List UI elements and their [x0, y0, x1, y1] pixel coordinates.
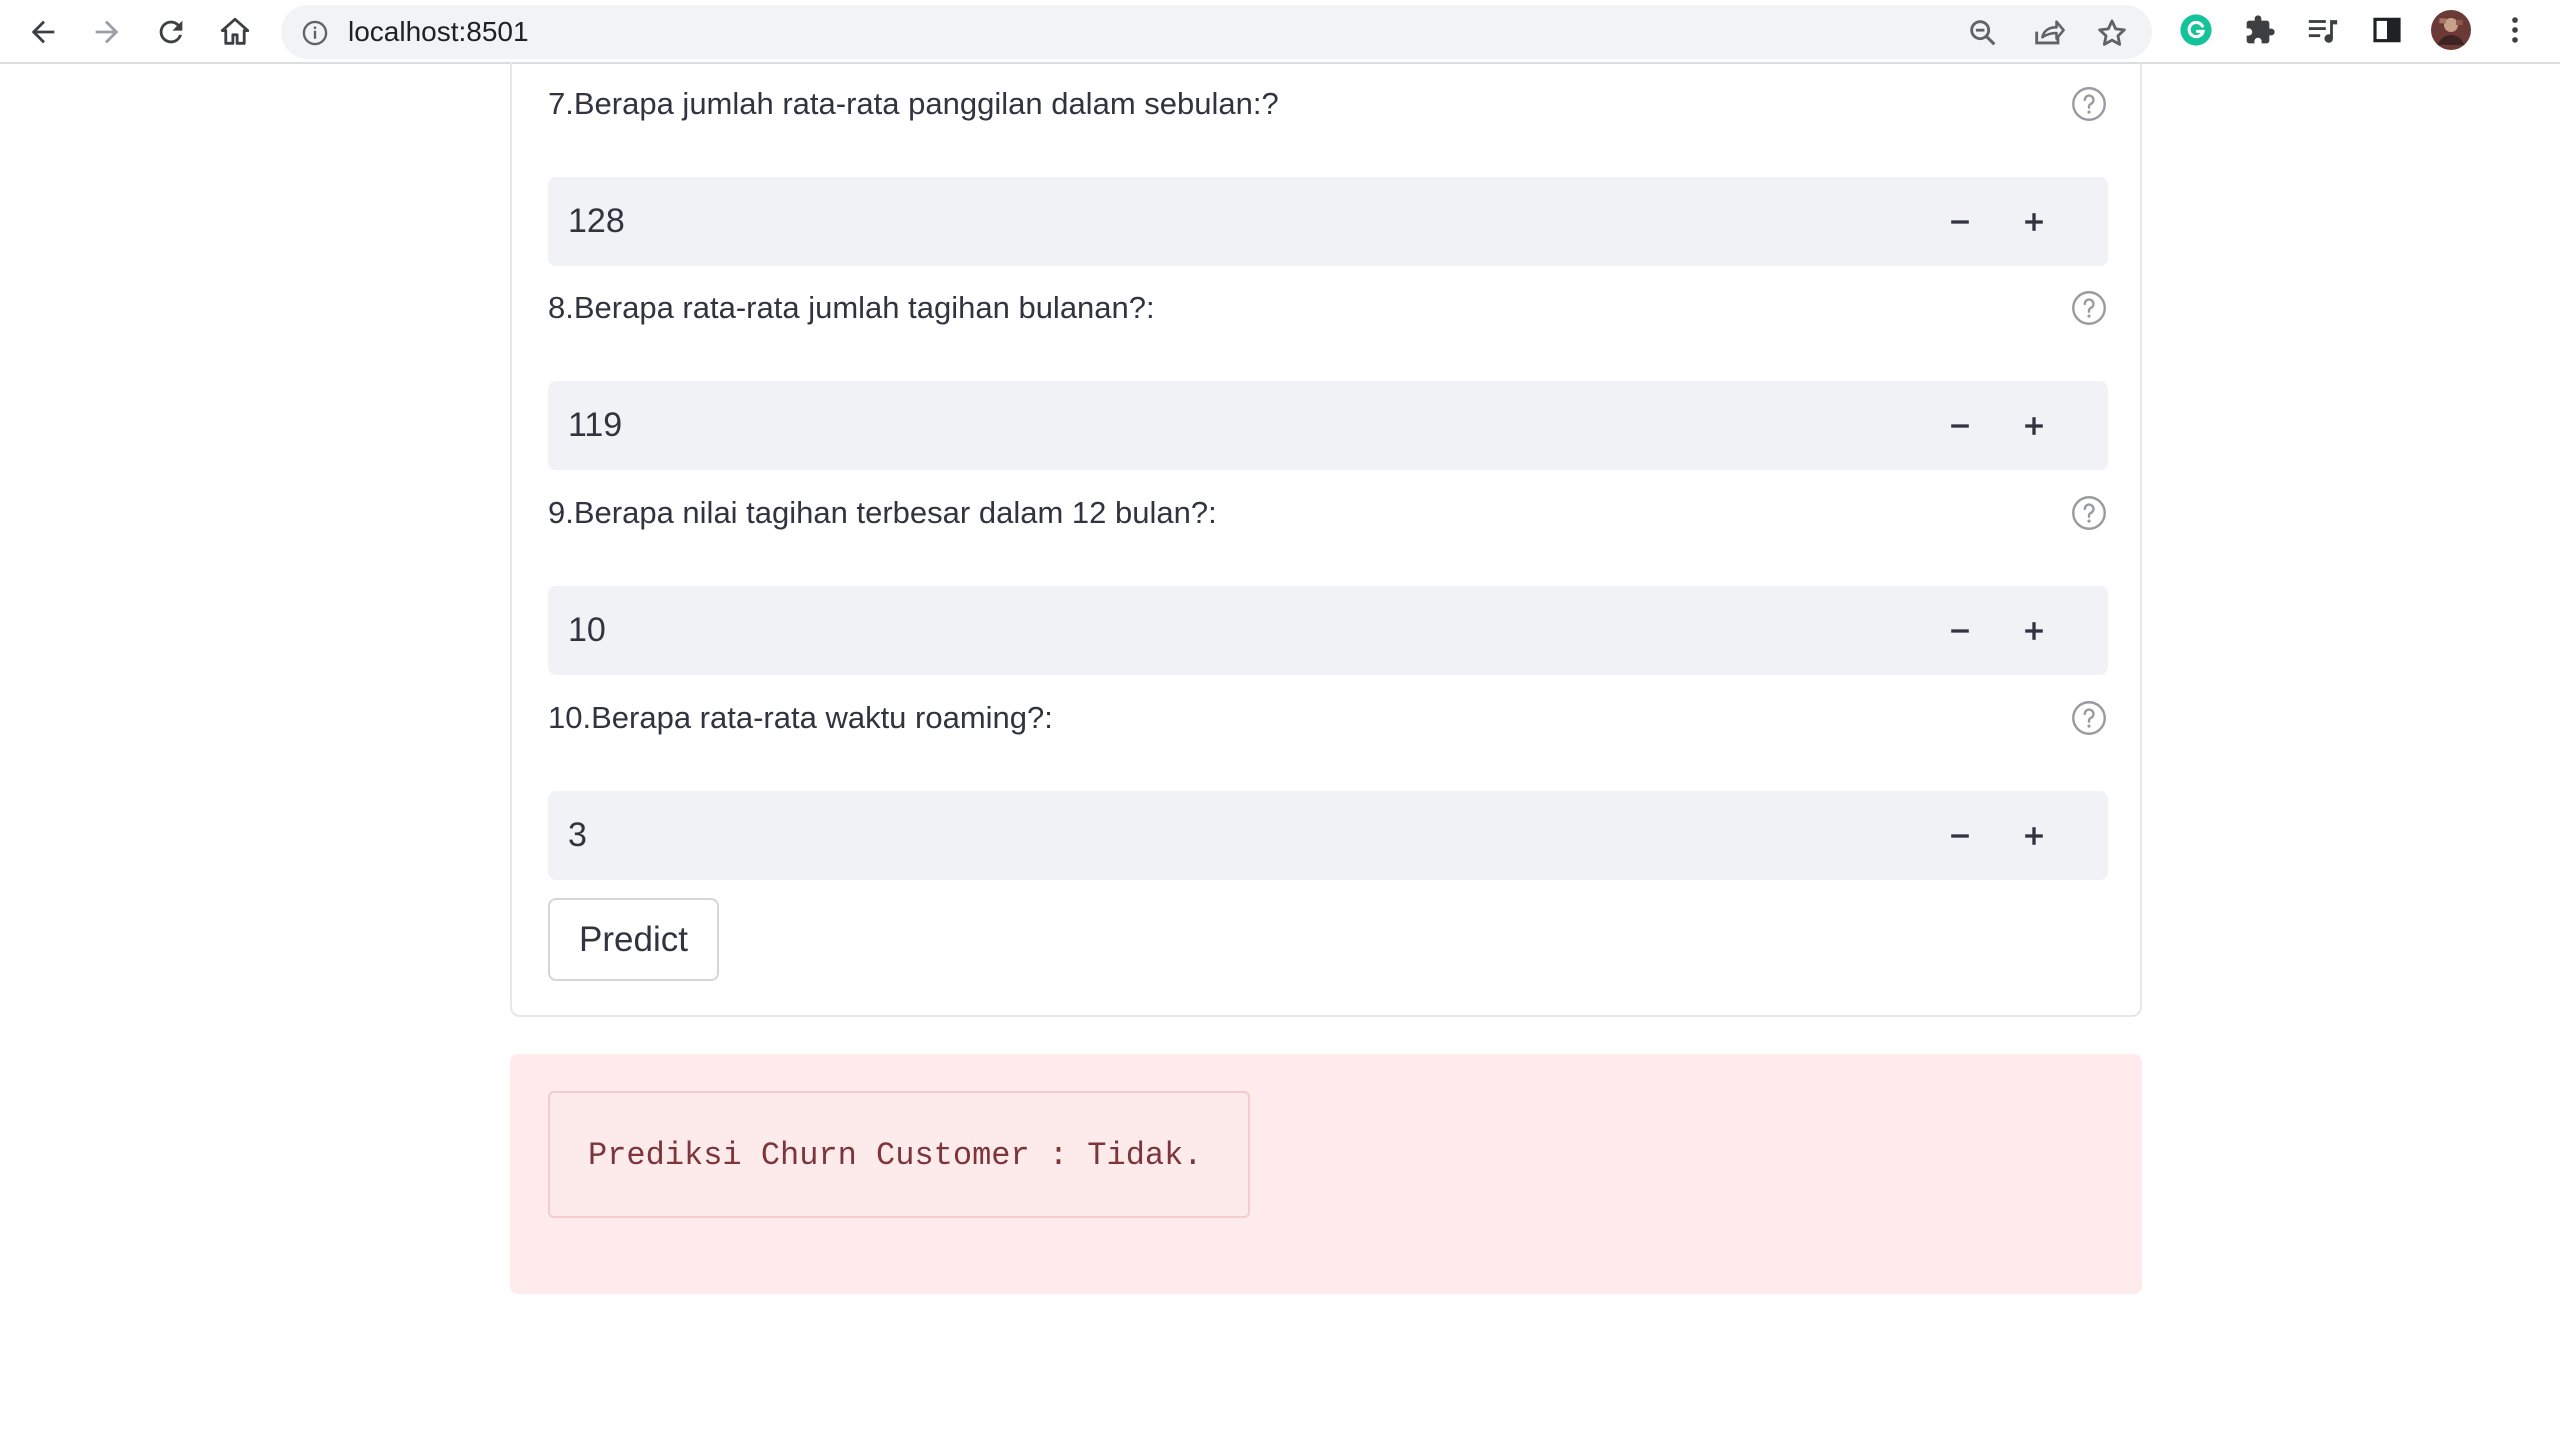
- home-icon: [220, 17, 250, 45]
- help-icon[interactable]: [2071, 700, 2107, 736]
- grammarly-icon: [2180, 14, 2212, 46]
- zoom-icon[interactable]: [1966, 16, 2000, 50]
- number-input-value[interactable]: 10: [568, 608, 606, 652]
- question-7: 7.Berapa jumlah rata-rata panggilan dala…: [547, 84, 2108, 266]
- question-label: 10.Berapa rata-rata waktu roaming?:: [548, 700, 1053, 735]
- back-button[interactable]: [19, 8, 67, 56]
- plus-icon: [2025, 621, 2043, 640]
- decrement-button[interactable]: [1923, 791, 1997, 880]
- chrome-menu-button[interactable]: [2495, 10, 2535, 50]
- side-panel-icon: [2373, 17, 2401, 43]
- side-panel-button[interactable]: [2367, 10, 2407, 50]
- reload-icon: [159, 20, 183, 44]
- reload-button[interactable]: [147, 8, 195, 56]
- decrement-button[interactable]: [1923, 381, 1997, 470]
- help-icon[interactable]: [2071, 495, 2107, 531]
- address-bar[interactable]: localhost:8501: [281, 5, 2152, 59]
- profile-button[interactable]: [2431, 10, 2471, 50]
- minus-icon: [1951, 628, 1969, 633]
- increment-button[interactable]: [1997, 177, 2071, 266]
- number-input[interactable]: 3: [548, 791, 2108, 880]
- number-input[interactable]: 128: [548, 177, 2108, 266]
- avatar: [2431, 10, 2471, 50]
- share-icon[interactable]: [2031, 16, 2065, 50]
- forward-button[interactable]: [83, 8, 131, 56]
- minus-icon: [1951, 423, 1969, 428]
- number-input-value[interactable]: 119: [568, 403, 622, 447]
- decrement-button[interactable]: [1923, 586, 1997, 675]
- question-9: 9.Berapa nilai tagihan terbesar dalam 12…: [547, 493, 2108, 675]
- help-icon[interactable]: [2071, 86, 2107, 122]
- grammarly-extension[interactable]: [2176, 10, 2216, 50]
- plus-icon: [2025, 826, 2043, 845]
- help-icon[interactable]: [2071, 290, 2107, 326]
- question-label: 9.Berapa nilai tagihan terbesar dalam 12…: [548, 495, 1217, 530]
- predict-button[interactable]: Predict: [548, 898, 719, 981]
- decrement-button[interactable]: [1923, 177, 1997, 266]
- question-label: 8.Berapa rata-rata jumlah tagihan bulana…: [548, 290, 1155, 325]
- prediction-result-text: Prediksi Churn Customer : Tidak.: [588, 1137, 1203, 1174]
- increment-button[interactable]: [1997, 791, 2071, 880]
- extensions-button[interactable]: [2240, 10, 2280, 50]
- number-input[interactable]: 10: [548, 586, 2108, 675]
- plus-icon: [2025, 416, 2043, 435]
- question-10: 10.Berapa rata-rata waktu roaming?: 3: [547, 698, 2108, 880]
- url-text[interactable]: localhost:8501: [348, 18, 529, 46]
- arrow-right-icon: [95, 20, 119, 44]
- minus-icon: [1951, 833, 1969, 838]
- home-button[interactable]: [211, 8, 259, 56]
- reading-list-button[interactable]: [2303, 10, 2343, 50]
- question-label: 7.Berapa jumlah rata-rata panggilan dala…: [548, 86, 1279, 121]
- question-8: 8.Berapa rata-rata jumlah tagihan bulana…: [547, 288, 2108, 470]
- info-icon[interactable]: [301, 19, 329, 47]
- browser-toolbar: localhost:8501: [0, 0, 2560, 64]
- minus-icon: [1951, 219, 1969, 224]
- number-input[interactable]: 119: [548, 381, 2108, 470]
- arrow-left-icon: [31, 20, 55, 44]
- puzzle-icon: [2246, 15, 2275, 44]
- reading-list-icon: [2308, 20, 2338, 43]
- number-input-value[interactable]: 128: [568, 199, 625, 243]
- increment-button[interactable]: [1997, 381, 2071, 470]
- increment-button[interactable]: [1997, 586, 2071, 675]
- plus-icon: [2025, 212, 2043, 231]
- star-icon[interactable]: [2095, 16, 2129, 50]
- kebab-menu-icon: [2512, 17, 2518, 43]
- result-code-block: Prediksi Churn Customer : Tidak.: [548, 1091, 1250, 1218]
- number-input-value[interactable]: 3: [568, 813, 587, 857]
